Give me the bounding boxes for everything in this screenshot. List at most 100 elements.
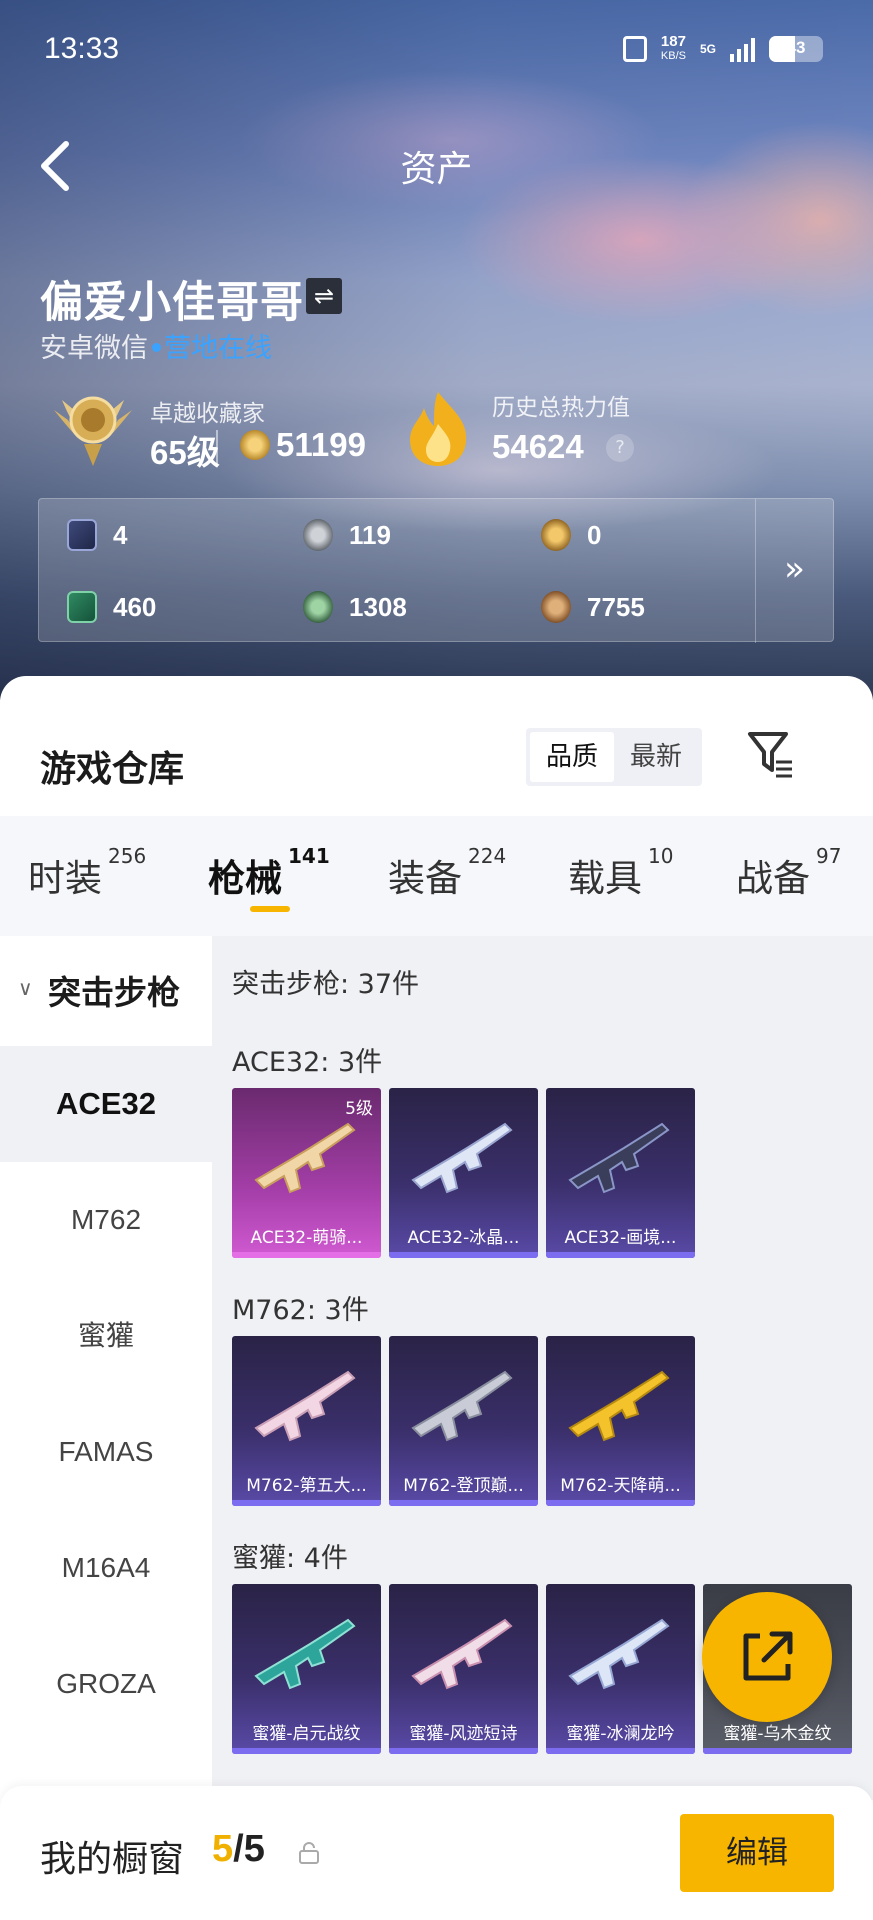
online-status: 营地在线 xyxy=(164,333,272,364)
gold-token-icon xyxy=(541,519,571,551)
rifle-skin-icon xyxy=(254,1370,356,1442)
currency-value: 460 xyxy=(113,591,157,622)
user-name: 偏爱小佳哥哥 xyxy=(40,278,304,328)
skin-tile[interactable]: M762-天降萌... xyxy=(546,1336,695,1506)
tab-supplies[interactable]: 战备97 xyxy=(736,844,841,902)
collector-coin-icon xyxy=(240,430,270,460)
tab-fashion[interactable]: 时装256 xyxy=(28,844,146,902)
tab-equipment[interactable]: 装备224 xyxy=(388,844,506,902)
heat-flame-icon xyxy=(410,392,467,466)
network-type: 5G xyxy=(699,42,716,56)
group-title: M762: 3件 xyxy=(232,1295,369,1326)
rifle-skin-icon xyxy=(568,1618,670,1690)
skin-name: 蜜獾-乌木金纹 xyxy=(723,1724,832,1744)
heat-value: 54624 xyxy=(492,428,584,465)
skin-tile[interactable]: M762-第五大... xyxy=(232,1336,381,1506)
currency-panel: 4 119 0 460 1308 7755 » xyxy=(38,498,834,643)
skin-name: 蜜獾-风迹短诗 xyxy=(409,1724,518,1744)
skin-tile[interactable]: ACE32-冰晶... xyxy=(389,1088,538,1258)
sort-latest-button[interactable]: 最新 xyxy=(614,732,698,782)
share-external-icon xyxy=(743,1631,793,1681)
currency-item: 460 xyxy=(67,591,156,623)
skin-name: 蜜獾-启元战纹 xyxy=(252,1724,361,1744)
weapon-sidebar: ∨ 突击步枪 ACE32 M762 蜜獾 FAMAS M16A4 GROZA xyxy=(0,936,212,1800)
tab-guns[interactable]: 枪械141 xyxy=(208,844,330,902)
battery-level: 43 xyxy=(786,38,806,57)
green-coin-icon xyxy=(303,591,333,623)
currency-item: 119 xyxy=(303,519,391,551)
sidebar-category[interactable]: ∨ 突击步枪 xyxy=(0,936,212,1046)
currency-value: 0 xyxy=(587,519,602,550)
skin-tile[interactable]: ACE32-画境... xyxy=(546,1088,695,1258)
lock-icon xyxy=(299,1842,319,1864)
sidebar-item-m16a4[interactable]: M16A4 xyxy=(0,1510,212,1626)
filter-icon[interactable] xyxy=(746,728,796,780)
sidebar-item-m762[interactable]: M762 xyxy=(0,1162,212,1278)
group-title: 蜜獾: 4件 xyxy=(232,1543,348,1574)
skin-tile[interactable]: 蜜獾-启元战纹 xyxy=(232,1584,381,1754)
currency-value: 1308 xyxy=(349,591,407,622)
user-platform: 安卓微信 xyxy=(40,333,148,364)
collector-medal-icon xyxy=(54,396,132,466)
status-icons: 187 KB/S 5G 43 xyxy=(622,34,823,64)
page-title: 资产 xyxy=(400,149,473,190)
rifle-skin-icon xyxy=(254,1122,356,1194)
rank-level: 65级 xyxy=(150,434,220,471)
category-summary: 突击步枪: 37件 xyxy=(232,969,420,1000)
status-bar: 13:33 187 KB/S 5G 43 xyxy=(0,30,873,74)
bronze-coin-icon xyxy=(541,591,571,623)
skin-name: ACE32-冰晶... xyxy=(407,1228,520,1248)
group-title: ACE32: 3件 xyxy=(232,1047,383,1078)
currency-item: 7755 xyxy=(541,591,645,623)
skin-name: M762-第五大... xyxy=(246,1476,367,1496)
battery-icon: 43 xyxy=(769,36,823,62)
speed-value: 187 xyxy=(660,33,686,50)
sidebar-item-honey-badger[interactable]: 蜜獾 xyxy=(0,1278,212,1394)
rank-coins: 51199 xyxy=(276,426,366,463)
skin-name: M762-天降萌... xyxy=(560,1476,681,1496)
showcase-count: 5/5 xyxy=(212,1828,265,1870)
silver-coin-icon xyxy=(303,519,333,551)
showcase-bar: 我的橱窗 5/5 编辑 xyxy=(0,1786,873,1920)
skin-name: M762-登顶巅... xyxy=(403,1476,524,1496)
ticket-icon xyxy=(67,591,97,623)
skin-tile[interactable]: 蜜獾-冰澜龙吟 xyxy=(546,1584,695,1754)
warehouse-title: 游戏仓库 xyxy=(40,749,185,790)
signal-icon xyxy=(730,36,755,62)
edit-button[interactable]: 编辑 xyxy=(680,1814,834,1892)
chevron-down-icon: ∨ xyxy=(18,976,33,1000)
vibrate-icon xyxy=(622,36,647,62)
switch-account-icon[interactable]: ⇌ xyxy=(306,278,342,314)
rifle-skin-icon xyxy=(411,1122,513,1194)
rank-label: 卓越收藏家 xyxy=(150,401,265,427)
online-dot-icon xyxy=(152,343,161,352)
currency-value: 7755 xyxy=(587,591,645,622)
rifle-skin-icon xyxy=(254,1618,356,1690)
skin-tile[interactable]: M762-登顶巅... xyxy=(389,1336,538,1506)
sidebar-item-famas[interactable]: FAMAS xyxy=(0,1394,212,1510)
more-currency-button[interactable]: » xyxy=(755,499,833,643)
heat-label: 历史总热力值 xyxy=(492,395,630,421)
sidebar-item-groza[interactable]: GROZA xyxy=(0,1626,212,1742)
currency-item: 4 xyxy=(67,519,127,551)
active-tab-indicator xyxy=(250,906,290,912)
rank-divider xyxy=(216,430,218,464)
rifle-skin-icon xyxy=(411,1370,513,1442)
currency-item: 1308 xyxy=(303,591,407,623)
help-icon[interactable]: ? xyxy=(606,434,634,462)
sidebar-item-ace32[interactable]: ACE32 xyxy=(0,1046,212,1162)
showcase-label: 我的橱窗 xyxy=(40,1839,185,1880)
tab-vehicles[interactable]: 载具10 xyxy=(568,844,673,902)
skin-tile[interactable]: 5级 ACE32-萌骑... xyxy=(232,1088,381,1258)
status-time: 13:33 xyxy=(44,32,120,65)
sort-quality-button[interactable]: 品质 xyxy=(530,732,614,782)
network-speed: 187 KB/S xyxy=(661,34,686,64)
rifle-skin-icon xyxy=(568,1122,670,1194)
share-button[interactable] xyxy=(702,1592,832,1722)
skin-tile[interactable]: 蜜獾-风迹短诗 xyxy=(389,1584,538,1754)
currency-item: 0 xyxy=(541,519,601,551)
currency-value: 119 xyxy=(349,519,391,550)
currency-value: 4 xyxy=(113,519,128,550)
warehouse-card: 游戏仓库 品质 最新 时装256 枪械141 装备224 载具10 战备97 ∨… xyxy=(0,676,873,1920)
skin-name: ACE32-萌骑... xyxy=(250,1228,363,1248)
